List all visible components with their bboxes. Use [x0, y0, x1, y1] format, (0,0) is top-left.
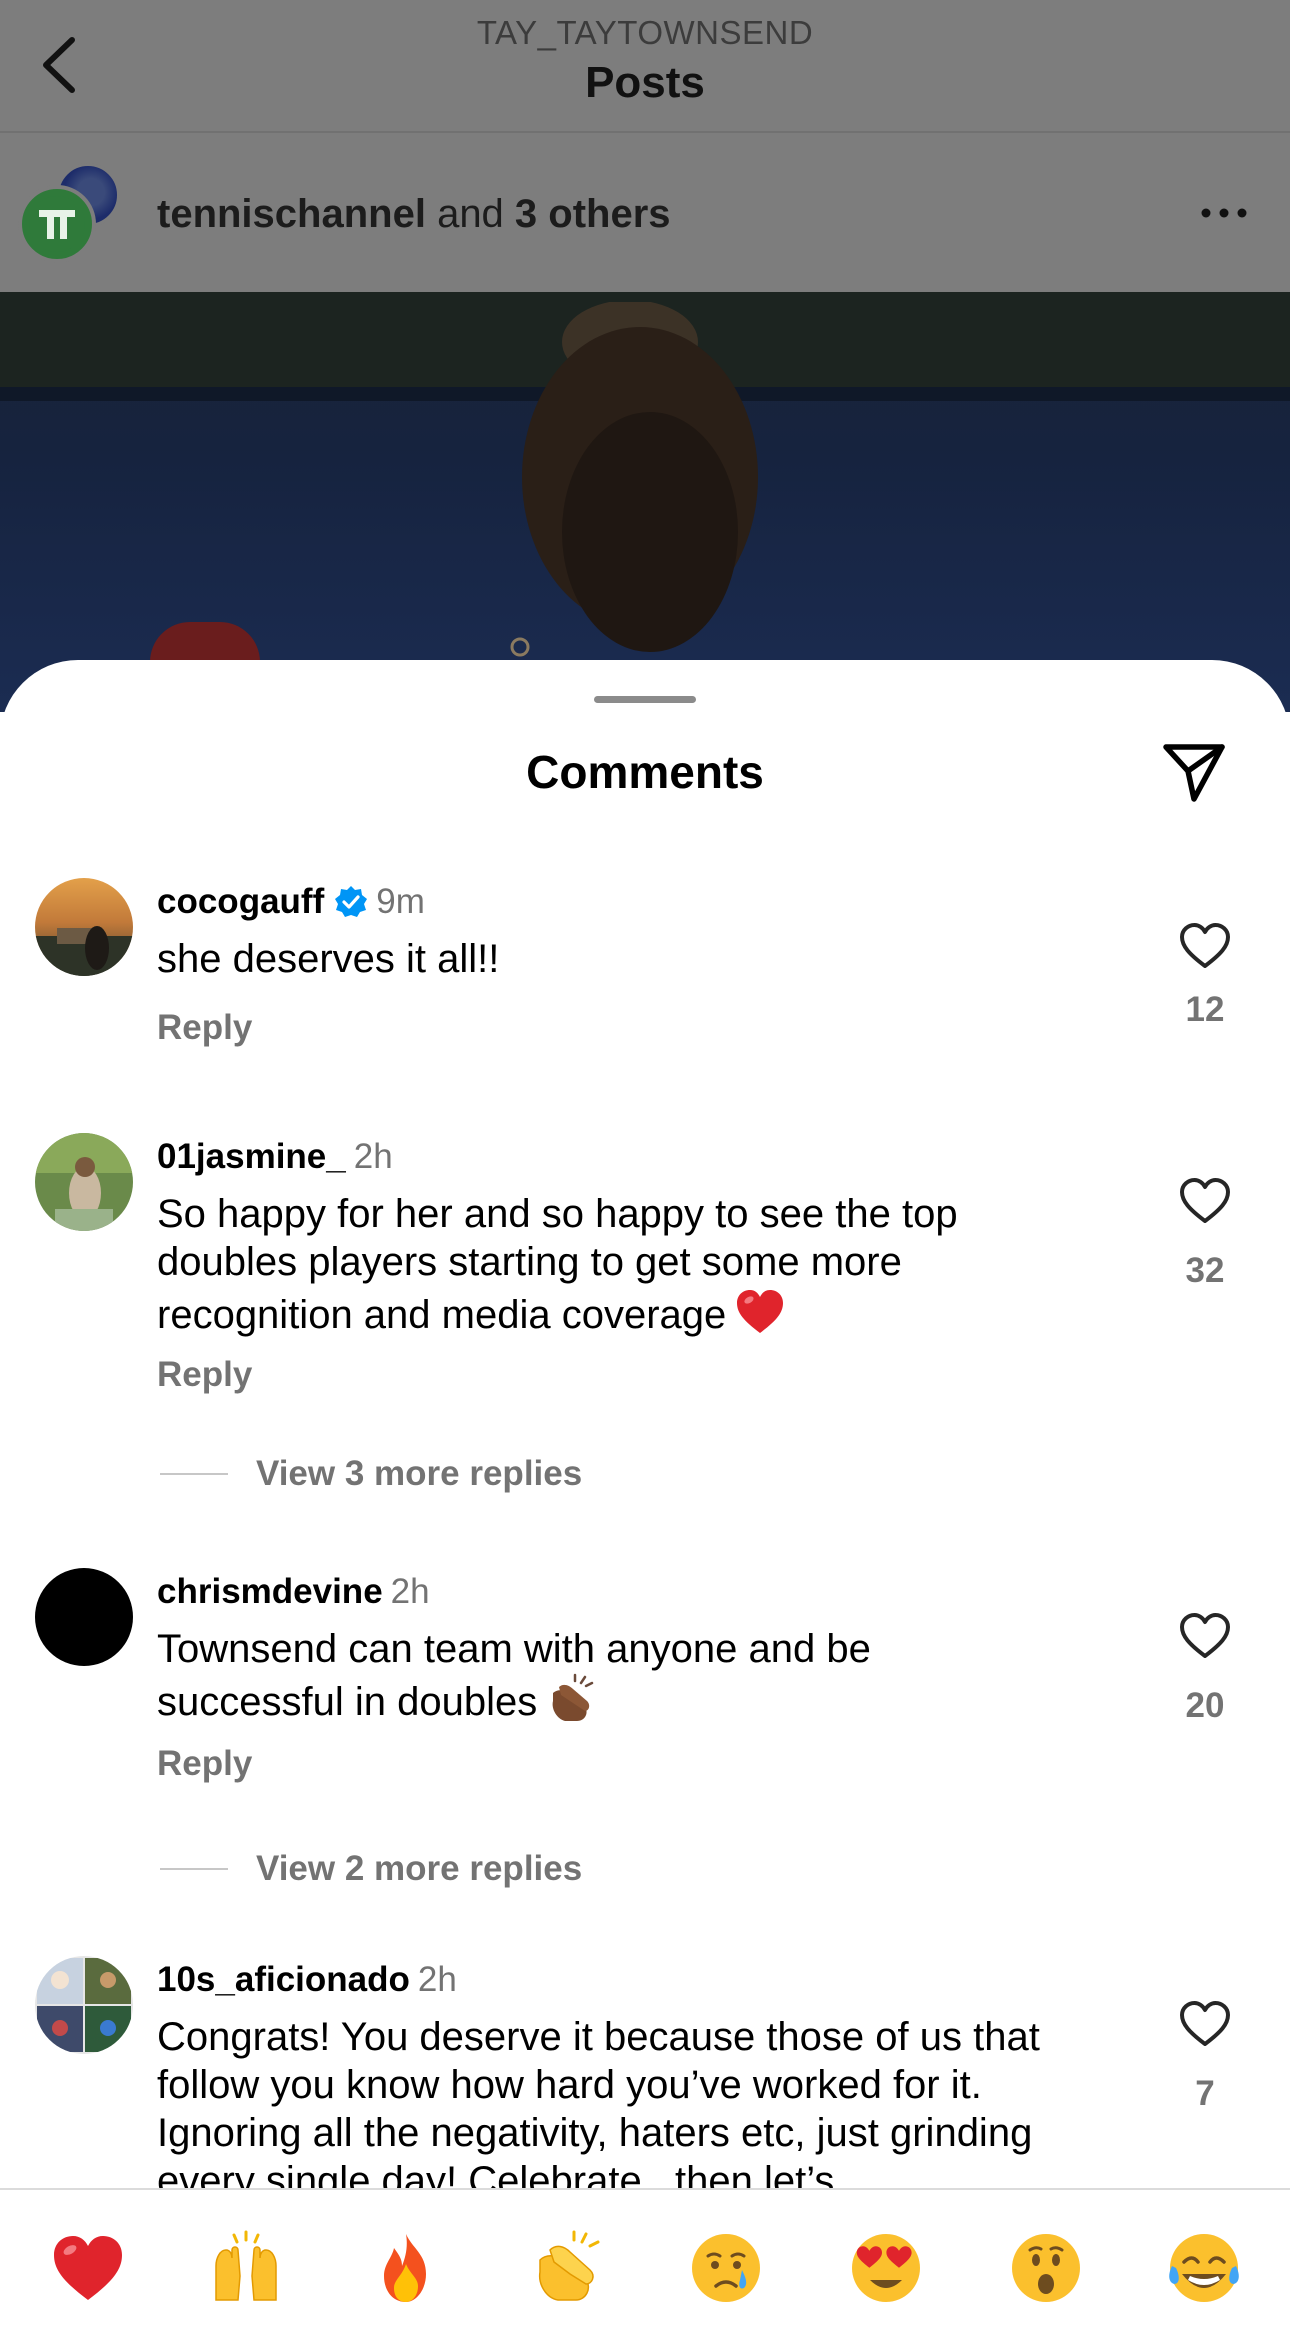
avatar[interactable] [35, 1568, 133, 1666]
collab-label[interactable]: tennischannel and 3 others [157, 192, 671, 237]
crying-face-icon[interactable] [688, 2230, 764, 2306]
fire-icon[interactable] [368, 2230, 444, 2306]
more-horizontal-icon [1201, 208, 1247, 218]
reply-button[interactable]: Reply [157, 1355, 252, 1395]
view-replies-button[interactable]: View 2 more replies [160, 1844, 582, 1894]
sheet-grabber[interactable] [594, 696, 696, 703]
like-column: 20 [1160, 1612, 1250, 1726]
like-column: 12 [1160, 922, 1250, 1030]
view-replies-label[interactable]: View 2 more replies [256, 1849, 582, 1889]
comment-time: 9m [376, 882, 425, 921]
view-replies-button[interactable]: View 3 more replies [160, 1449, 582, 1499]
comment-username[interactable]: cocogauff [157, 882, 324, 921]
post-image-player [510, 302, 758, 657]
nav-titles: TAY_TAYTOWNSEND Posts [0, 14, 1290, 108]
comment-item: 10s_aficionado 2h Congrats! You deserve i… [0, 1956, 1290, 2188]
surprised-face-icon[interactable] [1008, 2230, 1084, 2306]
collab-avatars[interactable] [18, 163, 123, 263]
raising-hands-icon[interactable] [208, 2230, 284, 2306]
like-count[interactable]: 7 [1160, 2074, 1250, 2114]
comment-meta: 10s_aficionado 2h [157, 1960, 457, 2000]
comment-text: So happy for her and so happy to see the… [157, 1190, 1097, 1339]
comment-meta: chrismdevine 2h [157, 1572, 430, 1612]
comment-text: Congrats! You deserve it because those o… [157, 2015, 1040, 2188]
like-count[interactable]: 12 [1160, 990, 1250, 1030]
clapping-hands-icon [552, 1673, 594, 1721]
comment-text-body: Townsend can team with anyone and be suc… [157, 1627, 871, 1724]
clapping-hands-icon[interactable] [530, 2230, 606, 2306]
reply-button[interactable]: Reply [157, 1744, 252, 1784]
tennis-channel-logo-icon [18, 185, 96, 263]
post-header: TAY_TAYTOWNSEND Posts tennischannel and … [0, 0, 1290, 292]
comment-time: 2h [353, 1137, 393, 1176]
like-column: 7 [1160, 2000, 1250, 2114]
comment-text-body: So happy for her and so happy to see the… [157, 1192, 958, 1337]
like-count[interactable]: 32 [1160, 1251, 1250, 1291]
heart-outline-icon[interactable] [1179, 1612, 1231, 1660]
emoji-reaction-bar [0, 2188, 1290, 2337]
red-heart-icon[interactable] [50, 2230, 126, 2306]
paper-plane-icon [1163, 744, 1225, 802]
replies-divider [160, 1868, 228, 1870]
app-screen: TAY_TAYTOWNSEND Posts tennischannel and … [0, 0, 1290, 2337]
more-options-button[interactable] [1194, 198, 1254, 228]
comment-text: Townsend can team with anyone and be suc… [157, 1625, 957, 1726]
share-button[interactable] [1158, 735, 1230, 807]
comment-time: 2h [417, 1960, 457, 1999]
comment-username[interactable]: 01jasmine_ [157, 1137, 346, 1176]
tears-of-joy-icon[interactable] [1166, 2230, 1242, 2306]
like-column: 32 [1160, 1177, 1250, 1291]
heart-eyes-icon[interactable] [848, 2230, 924, 2306]
comment-username[interactable]: chrismdevine [157, 1572, 383, 1611]
like-count[interactable]: 20 [1160, 1686, 1250, 1726]
comment-text: she deserves it all!! [157, 937, 500, 981]
heart-outline-icon[interactable] [1179, 2000, 1231, 2048]
view-replies-label[interactable]: View 3 more replies [256, 1454, 582, 1494]
red-heart-icon [737, 1290, 784, 1333]
collab-connector: and [425, 192, 515, 236]
comment-meta: cocogauff 9m [157, 882, 425, 922]
heart-outline-icon[interactable] [1179, 1177, 1231, 1225]
avatar[interactable] [35, 878, 133, 976]
comment-meta: 01jasmine_ 2h [157, 1137, 393, 1177]
sheet-title: Comments [526, 746, 764, 798]
heart-outline-icon[interactable] [1179, 922, 1231, 970]
collab-username[interactable]: tennischannel [157, 192, 426, 236]
replies-divider [160, 1473, 228, 1475]
avatar[interactable] [35, 1956, 133, 2054]
header-divider [0, 131, 1290, 133]
comment-time: 2h [390, 1572, 430, 1611]
verified-badge-icon [335, 886, 368, 917]
reply-button[interactable]: Reply [157, 1008, 252, 1048]
nav-title: Posts [585, 58, 705, 107]
post-image[interactable] [0, 292, 1290, 712]
collab-others[interactable]: 3 others [515, 192, 671, 236]
comment-username[interactable]: 10s_aficionado [157, 1960, 410, 1999]
avatar[interactable] [35, 1133, 133, 1231]
nav-username: TAY_TAYTOWNSEND [476, 14, 814, 51]
